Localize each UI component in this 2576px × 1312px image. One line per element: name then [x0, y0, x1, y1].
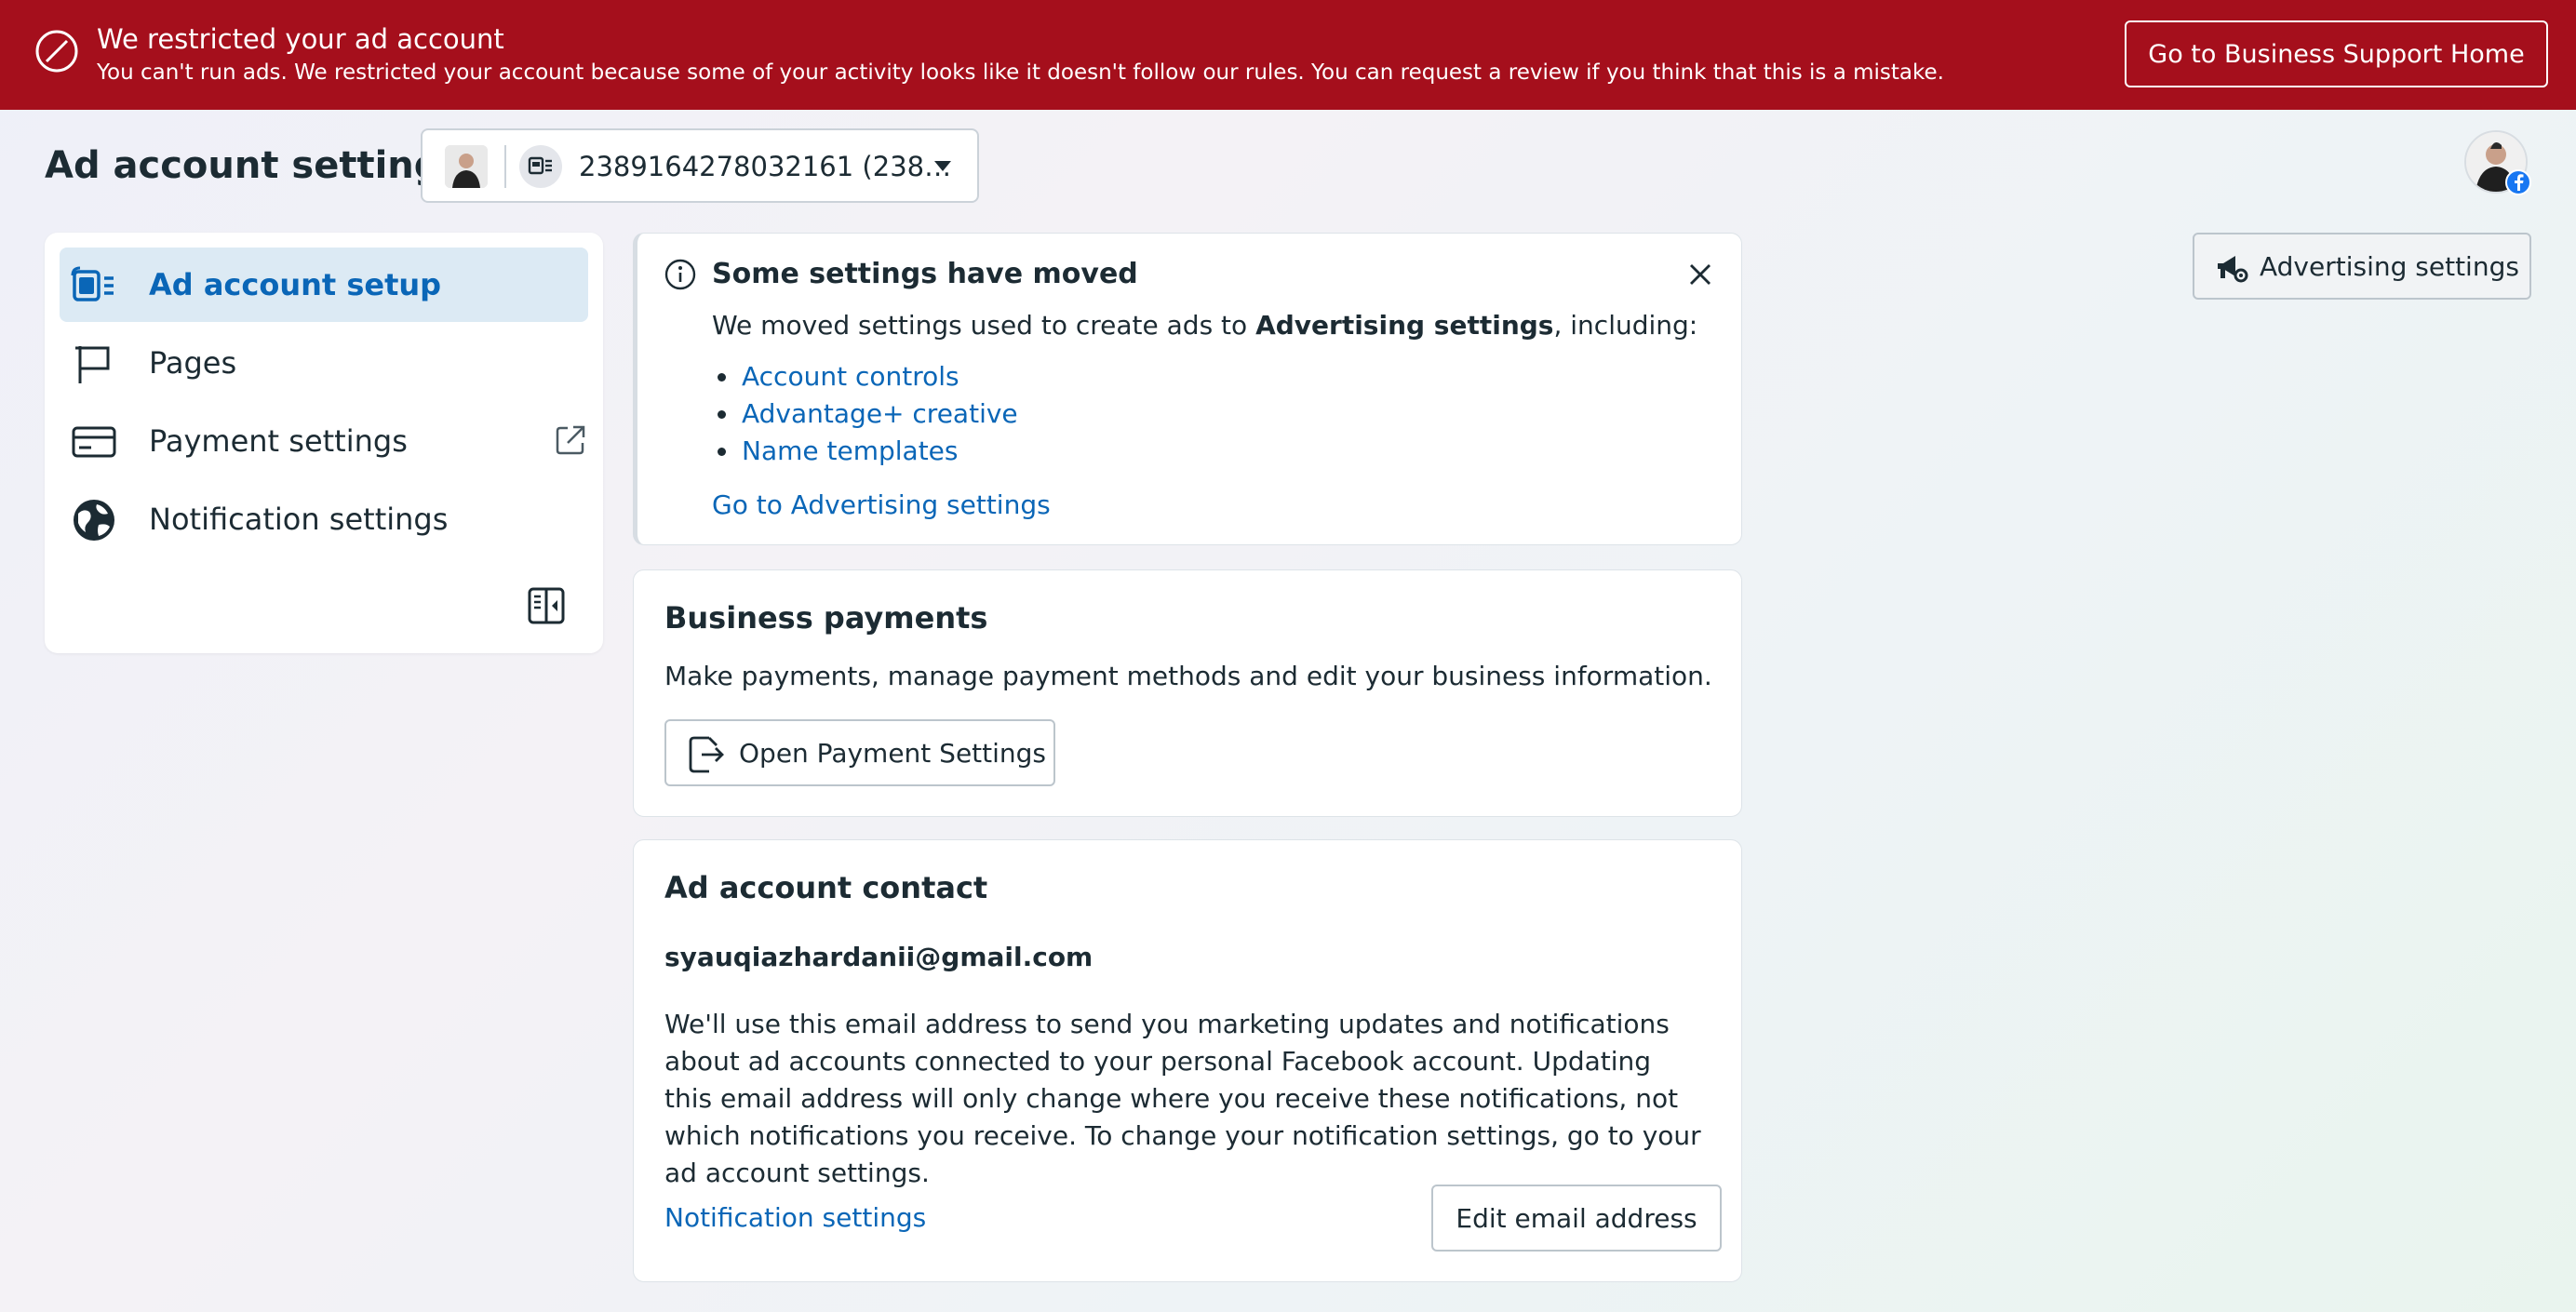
notification-settings-link[interactable]: Notification settings: [664, 1199, 926, 1237]
globe-icon: [74, 500, 114, 541]
list-item: Account controls: [712, 358, 1018, 395]
notice-title: Some settings have moved: [712, 258, 1138, 290]
sidebar-item-label: Notification settings: [149, 502, 449, 537]
flag-icon: [75, 346, 110, 383]
name-templates-link[interactable]: Name templates: [742, 435, 959, 466]
sidebar-item-label: Ad account setup: [149, 267, 442, 302]
open-external-icon: [689, 736, 724, 773]
account-controls-link[interactable]: Account controls: [742, 361, 959, 392]
business-payments-description: Make payments, manage payment methods an…: [664, 661, 1712, 691]
settings-sidebar: Ad account setup Pages Payment settings: [45, 233, 603, 653]
moved-settings-list: Account controls Advantage+ creative Nam…: [712, 358, 1018, 470]
notice-message-prefix: We moved settings used to create ads to: [712, 310, 1256, 341]
facebook-icon: [2505, 169, 2531, 195]
megaphone-gear-icon: [2218, 256, 2248, 283]
sidebar-item-pages[interactable]: Pages: [60, 326, 588, 400]
page-title: Ad account settings: [45, 144, 463, 187]
go-to-business-support-button[interactable]: Go to Business Support Home: [2125, 20, 2548, 87]
ad-account-icon: [519, 145, 562, 188]
ad-account-selector[interactable]: 2389164278032161 (238…: [421, 128, 979, 203]
button-label: Advertising settings: [2260, 251, 2519, 282]
advertising-settings-button[interactable]: Advertising settings: [2193, 233, 2531, 300]
caret-down-icon: [934, 161, 951, 171]
restricted-icon: [35, 30, 78, 73]
account-avatar: [445, 145, 488, 188]
business-payments-title: Business payments: [664, 600, 988, 636]
open-payment-settings-button[interactable]: Open Payment Settings: [664, 719, 1055, 786]
notice-message: We moved settings used to create ads to …: [712, 308, 1697, 343]
list-item: Advantage+ creative: [712, 395, 1018, 433]
go-to-advertising-settings-link[interactable]: Go to Advertising settings: [712, 487, 1051, 524]
notice-message-suffix: , including:: [1553, 310, 1698, 341]
ad-account-contact-title: Ad account contact: [664, 870, 988, 905]
edit-email-address-button[interactable]: Edit email address: [1431, 1185, 1722, 1252]
restriction-banner: We restricted your ad account You can't …: [0, 0, 2576, 110]
info-icon: [664, 259, 696, 290]
banner-message: You can't run ads. We restricted your ac…: [97, 60, 1944, 85]
banner-title: We restricted your ad account: [97, 23, 504, 55]
sidebar-item-payment-settings[interactable]: Payment settings: [60, 404, 588, 478]
button-label: Open Payment Settings: [739, 738, 1047, 769]
contact-description: We'll use this email address to send you…: [664, 1009, 1701, 1188]
list-item: Name templates: [712, 433, 1018, 470]
close-icon[interactable]: [1684, 258, 1717, 291]
profile-avatar[interactable]: [2464, 130, 2531, 195]
credit-card-icon: [72, 426, 116, 458]
selector-divider: [504, 145, 506, 188]
collapse-sidebar-icon[interactable]: [527, 586, 566, 625]
sidebar-item-notification-settings[interactable]: Notification settings: [60, 482, 588, 556]
settings-moved-notice: Some settings have moved We moved settin…: [633, 233, 1742, 545]
sidebar-item-ad-account-setup[interactable]: Ad account setup: [60, 248, 588, 322]
ad-account-id: 2389164278032161 (238…: [579, 151, 952, 182]
ad-account-setup-icon: [71, 266, 114, 301]
sidebar-item-label: Pages: [149, 345, 237, 381]
external-link-icon: [556, 425, 585, 455]
notice-message-bold: Advertising settings: [1255, 310, 1554, 341]
button-label: Edit email address: [1456, 1203, 1697, 1234]
contact-email: syauqiazhardanii@gmail.com: [664, 942, 1093, 972]
advantage-creative-link[interactable]: Advantage+ creative: [742, 398, 1018, 429]
business-payments-card: Business payments Make payments, manage …: [633, 569, 1742, 817]
ad-account-contact-card: Ad account contact syauqiazhardanii@gmai…: [633, 839, 1742, 1282]
sidebar-item-label: Payment settings: [149, 423, 408, 459]
